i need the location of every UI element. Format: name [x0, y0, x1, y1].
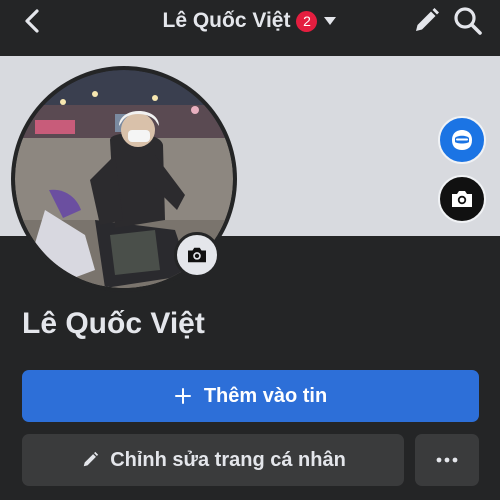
add-to-story-label: Thêm vào tin: [203, 384, 328, 407]
edit-profile-button[interactable]: Chỉnh sửa trang cá nhân: [22, 434, 404, 486]
more-options-button[interactable]: [415, 434, 479, 486]
avatar-camera-button[interactable]: [174, 232, 220, 278]
profile-name: Lê Quốc Việt: [22, 307, 205, 340]
notification-badge: 2: [296, 10, 318, 32]
caret-down-icon: [324, 17, 337, 25]
plus-icon: [174, 388, 191, 404]
search-icon[interactable]: [452, 5, 484, 37]
avatar-icon: [452, 130, 472, 150]
camera-icon: [452, 191, 472, 207]
pencil-icon[interactable]: [410, 5, 442, 37]
avatar-button[interactable]: [438, 116, 486, 164]
pencil-icon: [83, 451, 99, 467]
more-horizontal-icon: [436, 457, 458, 463]
cover-camera-button[interactable]: [438, 175, 486, 223]
edit-profile-label: Chỉnh sửa trang cá nhân: [110, 448, 346, 471]
add-to-story-button[interactable]: Thêm vào tin: [22, 370, 479, 422]
page-title: Lê Quốc Việt: [162, 9, 291, 32]
camera-icon: [188, 247, 206, 263]
top-app-bar: Lê Quốc Việt 2: [0, 0, 500, 44]
